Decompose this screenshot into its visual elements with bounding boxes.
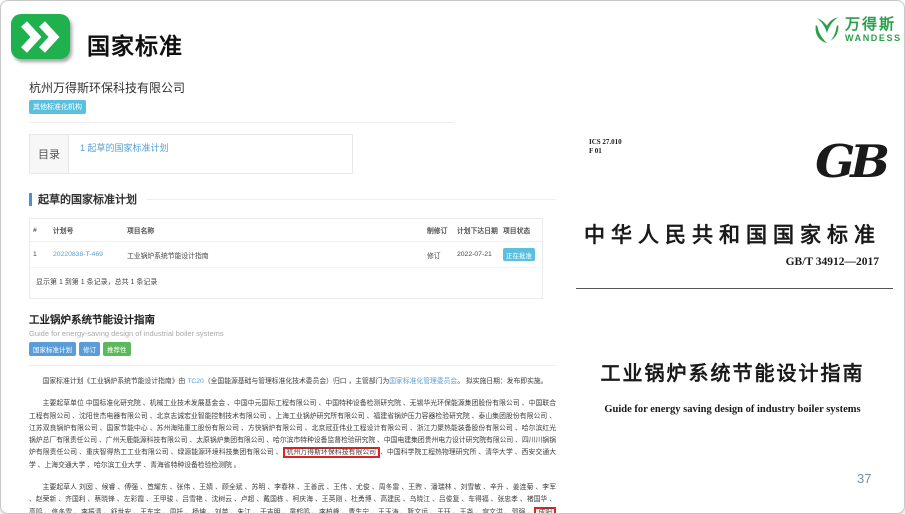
- col-revision: 制修订: [424, 219, 454, 242]
- standard-code: GB/T 34912—2017: [786, 256, 879, 268]
- company-tag-badge: 其他标准化机构: [29, 100, 86, 114]
- standard-title: 工业锅炉系统节能设计指南: [29, 312, 556, 327]
- standard-webpage-screenshot: 杭州万得斯环保科技有限公司 其他标准化机构 目录 1 起草的国家标准计划 起草的…: [29, 79, 556, 514]
- brand-logo: 万得斯 WANDESS: [813, 14, 902, 45]
- tag-recommended: 推荐性: [103, 342, 131, 356]
- tc20-link[interactable]: TC20: [187, 378, 204, 385]
- drafting-orgs-paragraph: 主要起草单位 中国标准化研究院 、机械工业技术发展基金会 、中国中元国际工程有限…: [29, 398, 556, 472]
- standard-title-en: Guide for energy-saving design of indust…: [29, 329, 556, 338]
- cell-revision: 修订: [424, 242, 454, 268]
- intro-paragraph: 国家标准计划《工业锅炉系统节能设计指南》由 TC20（全国能源基础与管理标准化技…: [29, 376, 556, 388]
- page-number: 37: [857, 471, 871, 486]
- cover-header: 中华人民共和国国家标准: [564, 219, 901, 249]
- toc-label: 目录: [30, 135, 69, 173]
- toc-box: 目录 1 起草的国家标准计划: [29, 134, 353, 174]
- table-row: 1 20220838-T-469 工业锅炉系统节能设计指南 修订 2022-07…: [30, 242, 542, 268]
- table-header-row: # 计划号 项目名称 制修订 计划下达日期 项目状态: [30, 219, 542, 242]
- cell-project-name: 工业锅炉系统节能设计指南: [124, 242, 424, 268]
- cover-title: 工业锅炉系统节能设计指南: [564, 357, 901, 386]
- col-status: 项目状态: [500, 219, 542, 242]
- section-title: 起草的国家标准计划: [38, 191, 137, 207]
- plan-no-link[interactable]: 20220838-T-469: [53, 251, 103, 258]
- section-rule: [147, 199, 556, 200]
- slide-bullet-icon: [11, 14, 70, 59]
- divider: [29, 365, 556, 366]
- double-chevron-icon: [18, 21, 64, 53]
- intro-text-2: （全国能源基础与管理标准化技术委员会）归口 ，主管部门为: [204, 378, 389, 385]
- status-badge: 正在批准: [503, 248, 535, 261]
- cover-title-en: Guide for energy saving design of indust…: [564, 404, 901, 415]
- ics-line-1: ICS 27.010: [589, 138, 622, 147]
- standard-detail-block: 工业锅炉系统节能设计指南 Guide for energy-saving des…: [29, 312, 556, 514]
- wandess-leaf-icon: [813, 14, 841, 45]
- ics-code: ICS 27.010 F 01: [589, 138, 622, 156]
- gb-logo: GB: [815, 136, 885, 188]
- company-name: 杭州万得斯环保科技有限公司: [29, 79, 556, 96]
- people-text-before: 主要起草人 刘囡 、候睿 、傅强 、笪耀东 、张伟 、王婧 、顾全斌 、苏明 、…: [29, 484, 556, 514]
- cell-issue-date: 2022-07-21: [454, 242, 500, 268]
- plan-table: # 计划号 项目名称 制修订 计划下达日期 项目状态 1 20220838-T-…: [30, 219, 542, 268]
- table-summary: 显示第 1 到第 1 条记录，总共 1 条记录: [30, 268, 542, 298]
- sac-link[interactable]: 国家标准化管理委员会: [389, 378, 457, 385]
- brand-name-cn: 万得斯: [845, 17, 902, 32]
- slide: 国家标准 万得斯 WANDESS 杭州万得斯环保科技有限公司 其他标准化机构 目…: [0, 0, 905, 514]
- plan-table-box: # 计划号 项目名称 制修订 计划下达日期 项目状态 1 20220838-T-…: [29, 218, 543, 299]
- cell-index: 1: [30, 242, 50, 268]
- page-title: 国家标准: [87, 27, 183, 61]
- tag-revision: 修订: [79, 342, 100, 356]
- col-project-name: 项目名称: [124, 219, 424, 242]
- col-index: #: [30, 219, 50, 242]
- toc-link[interactable]: 1 起草的国家标准计划: [80, 143, 169, 153]
- section-header: 起草的国家标准计划: [29, 191, 556, 207]
- cover-rule: [576, 288, 893, 289]
- intro-text-3: 。 拟实施日期：发布即实施。: [457, 378, 547, 385]
- divider: [29, 122, 454, 123]
- ics-line-2: F 01: [589, 147, 622, 156]
- highlighted-drafter: 成阳: [534, 507, 556, 514]
- drafters-paragraph: 主要起草人 刘囡 、候睿 、傅强 、笪耀东 、张伟 、王婧 、顾全斌 、苏明 、…: [29, 482, 556, 514]
- highlighted-company: 杭州万得斯环保科技有限公司: [283, 447, 380, 458]
- col-plan-no: 计划号: [50, 219, 124, 242]
- intro-text-1: 国家标准计划《工业锅炉系统节能设计指南》由: [43, 378, 188, 385]
- col-issue-date: 计划下达日期: [454, 219, 500, 242]
- tag-national-plan: 国家标准计划: [29, 342, 76, 356]
- brand-text: 万得斯 WANDESS: [845, 17, 902, 43]
- toc-body: 1 起草的国家标准计划: [69, 135, 180, 173]
- gb-standard-cover: ICS 27.010 F 01 GB 中华人民共和国国家标准 GB/T 3491…: [564, 129, 901, 459]
- brand-name-en: WANDESS: [845, 34, 902, 43]
- section-accent-bar: [29, 193, 32, 206]
- standard-tags: 国家标准计划 修订 推荐性: [29, 342, 556, 356]
